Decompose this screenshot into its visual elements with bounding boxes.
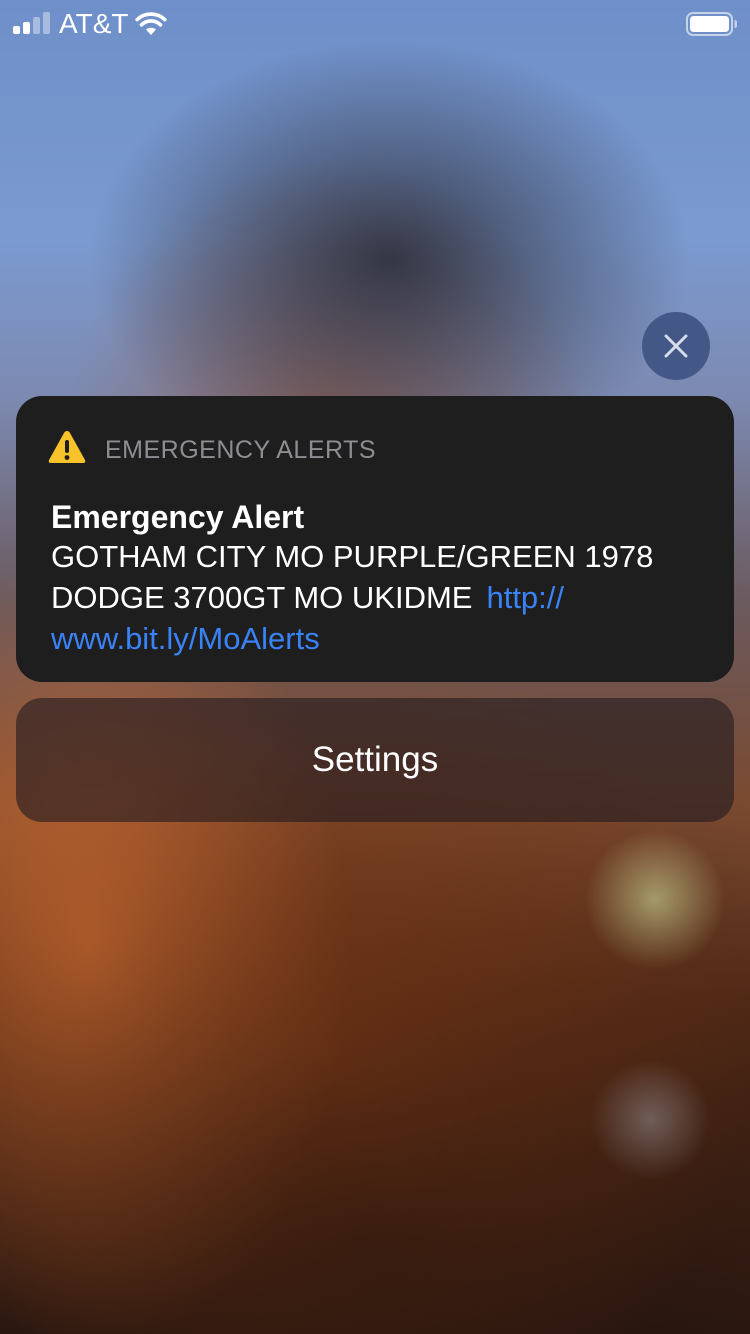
- cellular-signal-icon: [13, 12, 51, 34]
- alert-message-line: GOTHAM CITY MO PURPLE/GREEN 1978: [51, 536, 711, 577]
- alert-title: Emergency Alert: [51, 499, 305, 535]
- close-icon: [664, 334, 688, 358]
- alert-message-text: DODGE 3700GT MO UKIDME: [51, 580, 473, 615]
- wifi-icon: [135, 12, 167, 35]
- alert-message-line: www.bit.ly/MoAlerts: [51, 618, 711, 659]
- lock-screen: AT&T EMERGENCY ALERTS Emergency Alert GO…: [0, 0, 750, 1334]
- settings-button[interactable]: Settings: [16, 698, 734, 822]
- alert-link[interactable]: www.bit.ly/MoAlerts: [51, 621, 320, 656]
- carrier-name: AT&T: [59, 8, 129, 39]
- warning-icon: [48, 431, 86, 463]
- alert-link[interactable]: http://: [486, 580, 564, 615]
- alert-message-line: DODGE 3700GT MO UKIDME http://: [51, 577, 711, 618]
- alert-app-name: EMERGENCY ALERTS: [105, 436, 377, 464]
- alert-message: GOTHAM CITY MO PURPLE/GREEN 1978 DODGE 3…: [51, 536, 711, 659]
- battery-icon: [686, 12, 737, 36]
- status-bar: AT&T: [0, 0, 750, 48]
- alert-message-text: GOTHAM CITY MO PURPLE/GREEN 1978: [51, 539, 654, 574]
- dismiss-button[interactable]: [642, 312, 710, 380]
